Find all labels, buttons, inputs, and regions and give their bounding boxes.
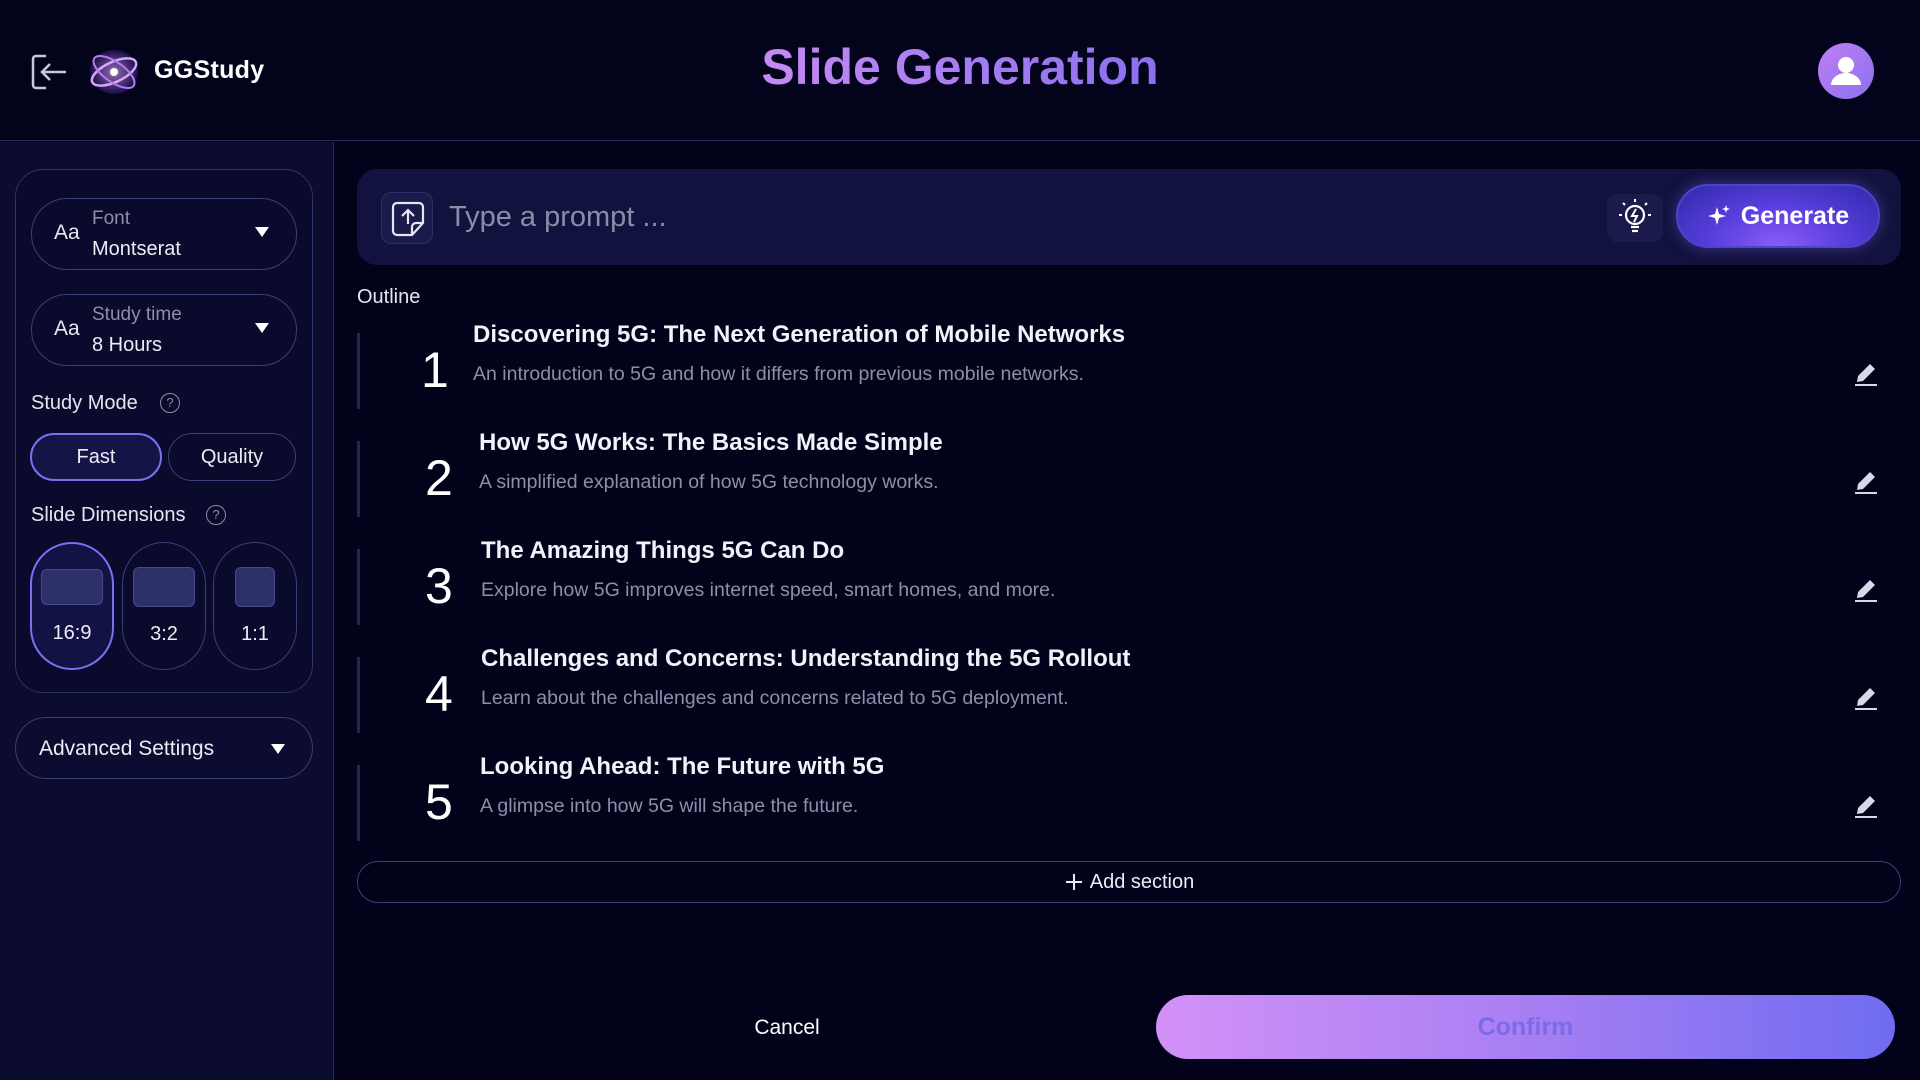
confirm-button[interactable]: Confirm [1156,995,1895,1059]
advanced-settings-label: Advanced Settings [39,737,215,760]
generate-label: Generate [1740,201,1850,230]
outline-rail [357,549,360,625]
page-title: Slide Generation [761,39,1159,95]
font-dropdown[interactable]: Aa Font Montserat [31,198,297,270]
dimension-label: 3:2 [150,623,178,645]
caret-down-icon [271,744,285,754]
add-section-label: Add section [1089,870,1195,893]
study-mode-label: Study Mode [31,392,138,414]
study-time-dropdown[interactable]: Aa Study time 8 Hours [31,294,297,366]
outline-item[interactable]: 2 How 5G Works: The Basics Made Simple A… [357,429,1901,517]
lightbulb-icon[interactable] [1607,194,1663,242]
outline-rail [357,441,360,517]
outline-title: Looking Ahead: The Future with 5G [480,753,885,780]
study-time-value: 8 Hours [92,334,163,356]
outline-number: 5 [425,774,453,830]
pencil-icon[interactable] [1852,465,1880,495]
top-header: GGStudy Slide Generation [0,0,1920,141]
add-section-button[interactable]: Add section [357,861,1901,903]
outline-description: A glimpse into how 5G will shape the fut… [480,795,859,817]
dimension-16-9-preview [41,569,103,605]
upload-file-icon[interactable] [381,192,433,244]
font-label: Font [92,208,131,229]
cancel-button[interactable]: Cancel [700,1006,874,1050]
font-value: Montserat [92,238,181,260]
dimension-3-2-button[interactable]: 3:2 [122,542,206,670]
pencil-icon[interactable] [1852,789,1880,819]
dimension-3-2-preview [133,567,195,607]
outline-title: The Amazing Things 5G Can Do [481,537,845,564]
dimension-1-1-button[interactable]: 1:1 [213,542,297,670]
settings-card: Aa Font Montserat Aa Study time 8 Hours … [15,169,313,693]
user-avatar-icon[interactable] [1818,43,1874,99]
outline-item[interactable]: 4 Challenges and Concerns: Understanding… [357,645,1901,733]
study-time-icon: Aa [54,317,80,340]
outline-number: 1 [421,342,449,398]
logout-arrow-icon[interactable] [28,50,72,94]
slide-dimensions-label: Slide Dimensions [31,504,186,526]
prompt-bar: Generate [357,169,1901,265]
dimension-label: 16:9 [52,622,92,644]
outline-item[interactable]: 3 The Amazing Things 5G Can Do Explore h… [357,537,1901,625]
outline-number: 2 [425,450,453,506]
plus-icon [1065,874,1082,890]
outline-description: An introduction to 5G and how it differs… [473,363,1084,385]
dimension-label: 1:1 [241,623,269,645]
mode-fast-button[interactable]: Fast [30,433,162,481]
advanced-settings-dropdown[interactable]: Advanced Settings [15,717,313,779]
outline-title: Discovering 5G: The Next Generation of M… [473,321,1126,348]
caret-down-icon [255,323,269,333]
outline-rail [357,765,360,841]
font-icon: Aa [54,221,80,244]
mode-quality-button[interactable]: Quality [168,433,296,481]
brand-name: GGStudy [154,56,265,84]
outline-title: How 5G Works: The Basics Made Simple [479,429,943,456]
outline-description: Explore how 5G improves internet speed, … [481,579,1056,601]
outline-number: 3 [425,558,453,614]
pencil-icon[interactable] [1852,681,1880,711]
settings-sidebar: Aa Font Montserat Aa Study time 8 Hours … [0,142,334,1080]
dimension-16-9-button[interactable]: 16:9 [30,542,114,670]
outline-label: Outline [357,286,421,308]
dimension-1-1-preview [235,567,275,607]
outline-number: 4 [425,666,453,722]
outline-rail [357,333,360,409]
orbit-logo-icon [86,46,142,98]
question-circle-icon[interactable]: ? [206,505,226,525]
pencil-icon[interactable] [1852,573,1880,603]
pencil-icon[interactable] [1852,357,1880,387]
outline-item[interactable]: 5 Looking Ahead: The Future with 5G A gl… [357,753,1901,841]
question-circle-icon[interactable]: ? [160,393,180,413]
prompt-input[interactable] [449,189,1549,245]
outline-description: A simplified explanation of how 5G techn… [479,471,939,493]
generate-button[interactable]: Generate [1676,184,1880,248]
study-time-label: Study time [92,304,182,325]
outline-title: Challenges and Concerns: Understanding t… [481,645,1131,672]
outline-rail [357,657,360,733]
caret-down-icon [255,227,269,237]
outline-description: Learn about the challenges and concerns … [481,687,1069,709]
outline-item[interactable]: 1 Discovering 5G: The Next Generation of… [357,321,1901,409]
sparkle-icon [1707,205,1730,225]
